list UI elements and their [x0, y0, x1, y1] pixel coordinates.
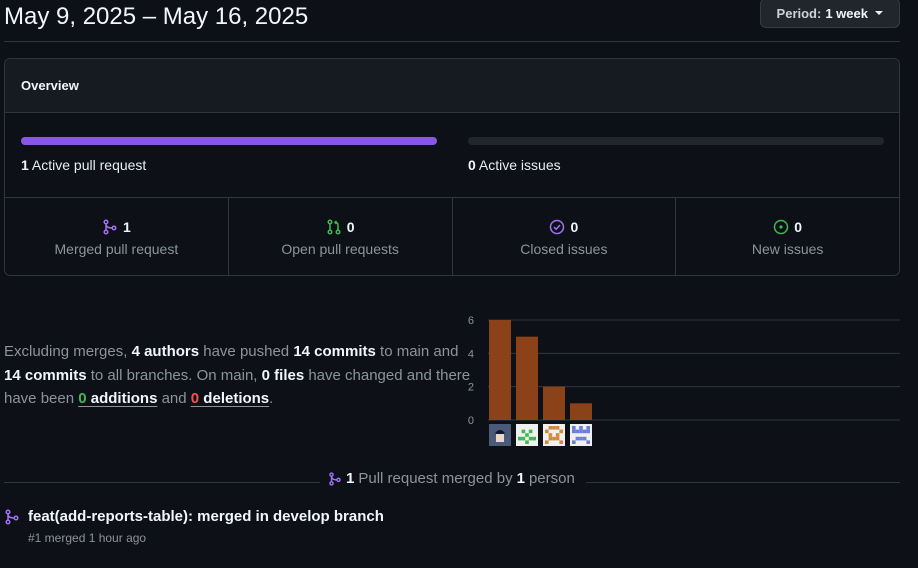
active-issues-label: 0 Active issues — [468, 157, 884, 173]
issue-opened-icon — [773, 219, 789, 235]
git-merge-icon — [329, 471, 341, 486]
deletions-link[interactable]: 0 deletions — [191, 390, 269, 407]
merged-label: Merged pull request — [54, 241, 179, 257]
chart-bar[interactable] — [543, 386, 565, 420]
summary-text: to main and — [375, 343, 459, 360]
header: May 9, 2025 – May 16, 2025 Period: 1 wee… — [4, 0, 900, 42]
deletions-count: 0 — [190, 390, 200, 407]
summary-text: . — [269, 390, 274, 407]
additions-word: additions — [86, 390, 158, 407]
stat-merged-prs[interactable]: 1 Merged pull request — [5, 198, 229, 275]
y-tick-label: 2 — [468, 382, 474, 394]
summary-text: have pushed — [199, 343, 294, 360]
merged-count: 1 — [122, 219, 131, 235]
overview-title: Overview — [5, 59, 899, 113]
merged-text: person — [528, 470, 575, 487]
active-pr-bar-track — [21, 137, 437, 145]
y-tick-label: 0 — [468, 415, 474, 427]
period-dropdown-button[interactable]: Period: 1 week — [759, 0, 900, 28]
pr-title-link[interactable]: feat(add-reports-table): merged in devel… — [28, 508, 384, 525]
merged-divider: 1 Pull request merged by 1 person — [4, 468, 900, 490]
summary-text: and — [157, 390, 191, 407]
commits-main-count: 14 commits — [293, 343, 376, 360]
summary-text: Excluding merges, — [4, 343, 132, 360]
chart-bar[interactable] — [489, 320, 511, 420]
open-pr-label: Open pull requests — [281, 241, 399, 257]
stats-row: 1 Merged pull request 0 Open pull reques… — [5, 198, 899, 275]
open-pr-count: 0 — [346, 219, 355, 235]
active-issues-bar-track — [468, 137, 884, 145]
active-pr-bar-fill — [21, 137, 437, 145]
stat-open-prs[interactable]: 0 Open pull requests — [229, 198, 453, 275]
summary-text: to all branches. On main, — [86, 366, 262, 384]
git-merge-icon — [103, 219, 117, 235]
active-pr-label: 1 Active pull request — [21, 157, 437, 173]
merged-text: Pull request merged by — [358, 470, 513, 487]
stat-closed-issues[interactable]: 0 Closed issues — [453, 198, 677, 275]
chart-bar[interactable] — [570, 403, 592, 420]
new-issues-count: 0 — [794, 219, 803, 235]
period-value: 1 week — [825, 5, 868, 21]
merged-pr-count: 1 — [346, 470, 355, 487]
chart-bar[interactable] — [516, 336, 538, 420]
overview-panel: Overview 1 Active pull request 0 Active … — [4, 58, 900, 276]
merged-summary: 1 Pull request merged by 1 person — [324, 470, 579, 487]
additions-count: 0 — [78, 390, 87, 407]
divider-line-right — [586, 482, 900, 483]
caret-down-icon — [875, 11, 883, 15]
y-tick-label: 4 — [468, 348, 474, 360]
date-range-title: May 9, 2025 – May 16, 2025 — [4, 3, 309, 30]
closed-issues-label: Closed issues — [520, 241, 608, 257]
merged-people-count: 1 — [516, 470, 525, 487]
deletions-word: deletions — [199, 390, 270, 407]
active-issues-block[interactable]: 0 Active issues — [468, 137, 884, 173]
files-count: 0 files — [261, 366, 305, 384]
additions-link[interactable]: 0 additions — [78, 390, 157, 407]
closed-issues-count: 0 — [570, 219, 579, 235]
active-pr-block[interactable]: 1 Active pull request — [21, 137, 437, 173]
author-avatar[interactable] — [516, 424, 538, 446]
git-pull-request-icon — [327, 219, 341, 235]
active-pr-count: 1 — [21, 157, 29, 173]
commits-all-count: 14 commits — [4, 366, 87, 384]
commits-by-author-chart: 0 2 4 6 — [468, 315, 900, 446]
commit-summary: Excluding merges, 4 authors have pushed … — [4, 340, 474, 411]
git-merge-icon — [5, 508, 19, 525]
issue-closed-icon — [550, 219, 565, 235]
authors-count: 4 authors — [131, 343, 200, 360]
pr-meta: #1 merged 1 hour ago — [28, 531, 147, 545]
list-item: feat(add-reports-table): merged in devel… — [4, 508, 900, 545]
active-issues-count: 0 — [468, 157, 476, 173]
author-avatar[interactable] — [489, 424, 511, 446]
new-issues-label: New issues — [751, 241, 824, 257]
stat-new-issues[interactable]: 0 New issues — [676, 198, 899, 275]
activity-bars: 1 Active pull request 0 Active issues — [5, 113, 899, 198]
y-tick-label: 6 — [468, 315, 474, 327]
active-issues-text: Active issues — [478, 157, 561, 173]
active-pr-text: Active pull request — [31, 157, 147, 173]
author-avatar[interactable] — [543, 424, 565, 446]
author-avatar[interactable] — [570, 424, 592, 446]
divider-line-left — [4, 482, 320, 483]
period-label: Period: — [776, 5, 822, 21]
